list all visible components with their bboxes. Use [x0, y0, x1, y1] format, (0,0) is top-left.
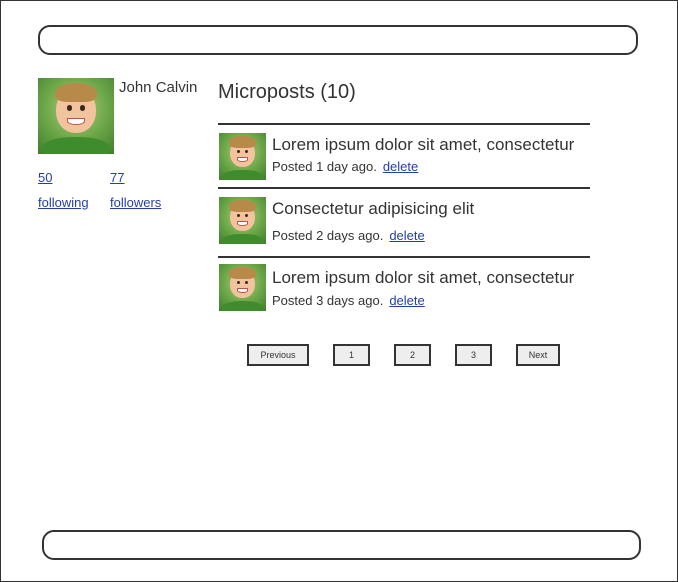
delete-link[interactable]: delete: [389, 228, 424, 243]
post-content: Lorem ipsum dolor sit amet, consectetur: [272, 268, 575, 287]
pagination-page-3-button[interactable]: 3: [455, 344, 492, 366]
post-divider: [218, 256, 590, 258]
post-timestamp: Posted 3 days ago.: [272, 293, 384, 308]
followers-count-link[interactable]: 77: [110, 170, 124, 185]
post-avatar: [219, 197, 266, 244]
following-link[interactable]: following: [38, 195, 89, 210]
post-content: Consectetur adipisicing elit: [272, 199, 475, 218]
footer-bar: [42, 530, 641, 560]
header-bar: [38, 25, 638, 55]
post-timestamp: Posted 2 days ago.: [272, 228, 384, 243]
delete-link[interactable]: delete: [383, 159, 418, 174]
pagination-next-button[interactable]: Next: [516, 344, 560, 366]
pagination-previous-button[interactable]: Previous: [247, 344, 309, 366]
post-divider: [218, 123, 590, 125]
post-meta: Posted 1 day ago. delete: [272, 159, 418, 174]
pagination-page-2-button[interactable]: 2: [394, 344, 431, 366]
post-divider: [218, 187, 590, 189]
post-meta: Posted 3 days ago. delete: [272, 293, 425, 308]
followers-link[interactable]: followers: [110, 195, 161, 210]
profile-avatar: [38, 78, 114, 154]
post-avatar: [219, 133, 266, 180]
delete-link[interactable]: delete: [389, 293, 424, 308]
following-count-link[interactable]: 50: [38, 170, 52, 185]
post-avatar: [219, 264, 266, 311]
microposts-title: Microposts (10): [218, 81, 356, 103]
post-content: Lorem ipsum dolor sit amet, consectetur: [272, 135, 575, 154]
profile-name: John Calvin: [119, 79, 198, 96]
pagination-page-1-button[interactable]: 1: [333, 344, 370, 366]
post-meta: Posted 2 days ago. delete: [272, 228, 425, 243]
post-timestamp: Posted 1 day ago.: [272, 159, 377, 174]
